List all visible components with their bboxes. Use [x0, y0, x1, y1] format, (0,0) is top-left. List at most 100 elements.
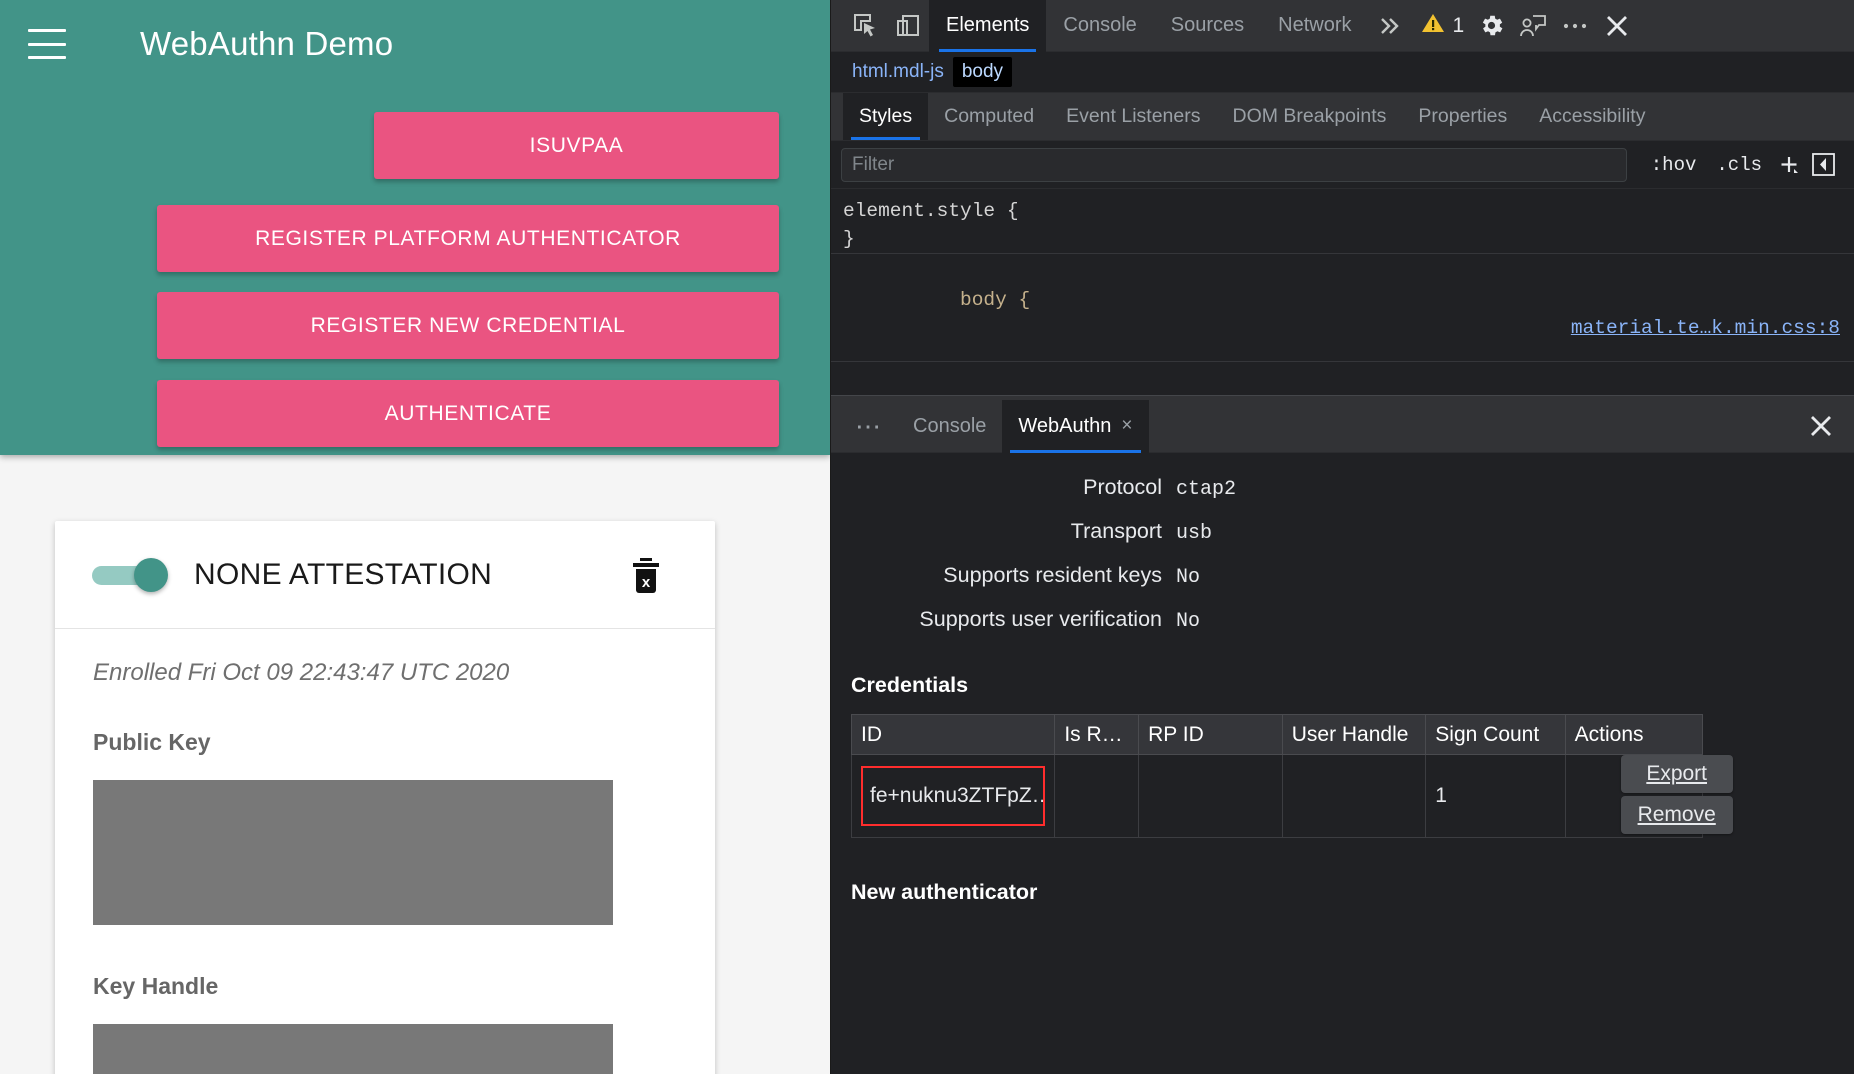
drawer-tabbar: ⋯ Console WebAuthn ×	[831, 399, 1854, 453]
tab-elements-label: Elements	[946, 14, 1030, 36]
warning-count: 1	[1452, 13, 1465, 37]
rule-body: body { material.te…k.min.css:8 margin: ▸…	[831, 253, 1854, 361]
web-page-viewport: WebAuthn Demo ISUVPAA REGISTER PLATFORM …	[0, 0, 830, 1074]
tab-event-listeners[interactable]: Event Listeners	[1050, 93, 1216, 140]
rule-source-link[interactable]: material.te…k.min.css:8	[1571, 314, 1840, 342]
rule-element-style-close: }	[843, 228, 855, 250]
authenticator-field-transport: Transport usb	[831, 519, 1854, 545]
cell-actions: Export Remove	[1564, 754, 1733, 838]
close-devtools-icon[interactable]	[1596, 6, 1638, 46]
authenticator-field-resident-keys: Supports resident keys No	[831, 563, 1854, 589]
breadcrumb-item-html[interactable]: html.mdl-js	[843, 57, 953, 87]
column-header-actions[interactable]: Actions	[1564, 714, 1704, 755]
drawer-tab-webauthn[interactable]: WebAuthn ×	[1002, 399, 1149, 453]
breadcrumb-item-body[interactable]: body	[952, 57, 1013, 87]
rule-body-selector: body {	[960, 289, 1031, 311]
register-new-credential-button[interactable]: REGISTER NEW CREDENTIAL	[157, 292, 779, 359]
tab-event-listeners-label: Event Listeners	[1066, 104, 1201, 127]
device-toolbar-icon[interactable]	[887, 6, 929, 46]
tab-accessibility[interactable]: Accessibility	[1523, 93, 1661, 140]
warning-indicator[interactable]: 1	[1421, 11, 1465, 40]
tab-sources-label: Sources	[1170, 14, 1245, 36]
close-drawer-icon[interactable]	[1804, 409, 1838, 443]
public-key-value-block	[93, 780, 613, 925]
table-row[interactable]: fe+nuknu3ZTFpZ… 1 Export Remove	[850, 754, 1733, 838]
credential-card: NONE ATTESTATION x Enrolled Fri Oct 09 2…	[55, 521, 715, 1074]
tab-dom-breakpoints-label: DOM Breakpoints	[1232, 104, 1387, 127]
tab-properties-label: Properties	[1418, 104, 1508, 127]
tab-network[interactable]: Network	[1261, 0, 1368, 52]
inspect-element-icon[interactable]	[845, 6, 887, 46]
drawer-tab-console-label: Console	[913, 414, 987, 437]
chevron-double-right-icon[interactable]	[1369, 6, 1411, 46]
credential-id-highlight[interactable]: fe+nuknu3ZTFpZ…	[861, 766, 1046, 826]
column-header-id[interactable]: ID	[850, 714, 1056, 755]
gear-settings-icon[interactable]	[1470, 6, 1512, 46]
plus-new-style-rule-icon[interactable]	[1772, 150, 1806, 180]
rule-body-selector-line[interactable]: body { material.te…k.min.css:8	[831, 258, 1854, 361]
styles-rules-pane: element.style { } body { material.te…k.m…	[831, 189, 1854, 361]
credentials-table: ID Is R… RP ID User Handle Sign Count Ac…	[850, 714, 1733, 838]
cell-sign-count: 1	[1425, 754, 1566, 838]
tab-styles[interactable]: Styles	[843, 93, 929, 140]
devtools-panel: Elements Console Sources Network 1 html.…	[830, 0, 1854, 1074]
close-webauthn-tab-icon[interactable]: ×	[1121, 415, 1132, 437]
authenticator-field-transport-value: usb	[1176, 522, 1213, 545]
page-title: WebAuthn Demo	[140, 25, 394, 62]
cell-credential-id[interactable]: fe+nuknu3ZTFpZ…	[850, 754, 1056, 838]
column-header-sign-count[interactable]: Sign Count	[1425, 714, 1566, 755]
drawer-more-icon[interactable]: ⋯	[841, 413, 897, 439]
authenticator-field-resident-keys-value: No	[1176, 566, 1201, 589]
table-header-row: ID Is R… RP ID User Handle Sign Count Ac…	[850, 714, 1704, 755]
tab-sources[interactable]: Sources	[1154, 0, 1261, 52]
tab-computed-label: Computed	[944, 104, 1035, 127]
column-header-rp-id[interactable]: RP ID	[1138, 714, 1283, 755]
tab-dom-breakpoints[interactable]: DOM Breakpoints	[1216, 93, 1402, 140]
webauthn-drawer-body: Protocol ctap2 Transport usb Supports re…	[831, 453, 1854, 908]
toggle-sidebar-icon[interactable]	[1806, 150, 1840, 180]
styles-pane-empty-area	[831, 361, 1854, 395]
tab-properties[interactable]: Properties	[1402, 93, 1523, 140]
tab-console[interactable]: Console	[1046, 0, 1153, 52]
trash-delete-icon[interactable]: x	[629, 555, 663, 595]
hov-toggle-button[interactable]: :hov	[1641, 154, 1707, 176]
rule-element-style-selector[interactable]: element.style {	[831, 197, 1854, 225]
styles-sidebar-tabbar: Styles Computed Event Listeners DOM Brea…	[831, 93, 1854, 141]
drawer-tab-webauthn-label: WebAuthn	[1018, 414, 1112, 437]
cell-rp-id	[1138, 754, 1283, 838]
drawer-tab-console[interactable]: Console	[897, 400, 1002, 453]
authenticator-field-user-verification-value: No	[1176, 610, 1201, 633]
tab-computed[interactable]: Computed	[928, 93, 1050, 140]
authenticator-field-protocol: Protocol ctap2	[831, 475, 1854, 501]
styles-filter-input[interactable]	[841, 147, 1627, 182]
authenticate-button[interactable]: AUTHENTICATE	[157, 380, 779, 447]
tab-network-label: Network	[1278, 14, 1352, 36]
public-key-label: Public Key	[93, 729, 211, 755]
register-platform-authenticator-button[interactable]: REGISTER PLATFORM AUTHENTICATOR	[157, 205, 779, 272]
isuvpaa-button[interactable]: ISUVPAA	[374, 112, 779, 179]
more-options-icon[interactable]	[1554, 6, 1596, 46]
screenshot-root: WebAuthn Demo ISUVPAA REGISTER PLATFORM …	[0, 0, 1854, 1074]
cell-is-resident	[1054, 754, 1140, 838]
tab-console-label: Console	[1063, 14, 1137, 36]
breadcrumb: html.mdl-js body	[831, 52, 1854, 93]
tab-styles-label: Styles	[859, 104, 913, 127]
feedback-person-icon[interactable]	[1512, 6, 1554, 46]
credential-card-title: NONE ATTESTATION	[194, 557, 493, 591]
tab-accessibility-label: Accessibility	[1539, 104, 1646, 127]
cls-toggle-button[interactable]: .cls	[1706, 154, 1772, 176]
column-header-is-resident[interactable]: Is R…	[1054, 714, 1140, 755]
styles-filter-row: :hov .cls	[831, 141, 1854, 189]
attestation-toggle-switch[interactable]	[92, 557, 168, 592]
credential-card-body: Enrolled Fri Oct 09 22:43:47 UTC 2020 Pu…	[55, 629, 715, 1074]
credentials-heading: Credentials	[851, 673, 969, 697]
authenticator-field-user-verification: Supports user verification No	[831, 607, 1854, 633]
key-handle-value-block	[93, 1024, 613, 1074]
tab-elements[interactable]: Elements	[929, 0, 1047, 52]
hamburger-menu-icon[interactable]	[28, 29, 66, 59]
export-credential-button[interactable]: Export	[1620, 755, 1733, 793]
remove-credential-button[interactable]: Remove	[1620, 796, 1733, 834]
column-header-user-handle[interactable]: User Handle	[1281, 714, 1427, 755]
devtools-main-toolbar: Elements Console Sources Network 1	[831, 0, 1854, 52]
authenticator-field-user-verification-key: Supports user verification	[919, 607, 1162, 631]
